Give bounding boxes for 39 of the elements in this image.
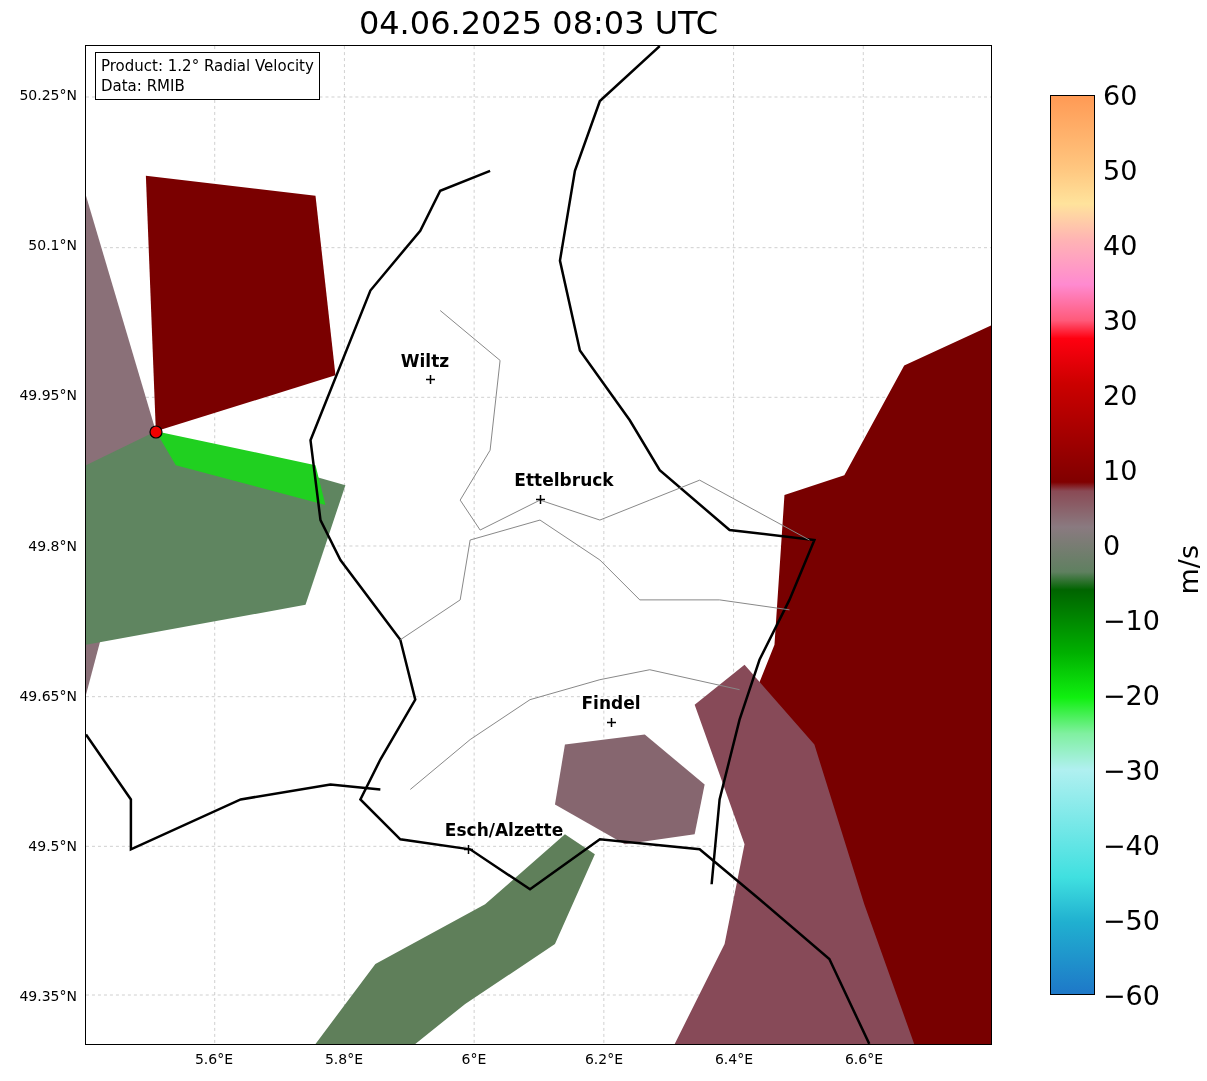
colorbar-tick-label: 40 [1103,229,1138,261]
place-label: Ettelbruck [514,470,614,490]
colorbar-tick-label: −30 [1103,754,1160,786]
x-tick-label: 6.4°E [714,1051,754,1067]
place-marker-icon [607,718,616,727]
colorbar-tick-label: −60 [1103,979,1160,1011]
place-marker-icon [426,375,435,384]
y-tick-label: 49.65°N [19,687,77,704]
colorbar-tick-label: 10 [1103,454,1138,486]
colorbar-tick-label: −10 [1103,604,1160,636]
x-tick-label: 5.6°E [194,1051,234,1067]
y-tick-label: 49.8°N [28,537,77,554]
place-marker-icon [464,845,473,854]
info-text: Product: 1.2° Radial Velocity [101,56,314,76]
y-tick-label: 49.95°N [19,387,77,404]
colorbar-tick-label: −20 [1103,679,1160,711]
place-label: Esch/Alzette [444,820,564,840]
colorbar-tick-label: −50 [1103,904,1160,936]
colorbar-tick-label: 0 [1103,529,1121,561]
y-tick-label: 49.5°N [28,838,77,854]
colorbar-tick-label: 50 [1103,154,1138,186]
y-tick-label: 50.25°N [19,87,77,103]
colorbar-tick-label: 30 [1103,304,1138,336]
colorbar-tick-label: −40 [1103,829,1160,861]
y-tick-label: 50.1°N [28,237,77,254]
info-text: Data: RMIB [101,76,186,96]
chart-title: 04.06.2025 08:03 UTC [357,2,720,44]
place-label: Wiltz [400,351,450,371]
colorbar-tick-label: 60 [1103,79,1138,111]
colorbar-label: m/s [1173,545,1204,595]
y-tick-label: 49.35°N [19,988,77,1005]
radar-site-icon [149,425,163,439]
place-marker-icon [536,495,545,504]
place-label: Findel [581,693,641,713]
x-tick-label: 6°E [461,1051,487,1067]
colorbar-tick-label: 20 [1103,379,1138,411]
x-tick-label: 6.6°E [844,1051,884,1067]
x-tick-label: 5.8°E [324,1051,364,1067]
x-tick-label: 6.2°E [584,1051,624,1067]
